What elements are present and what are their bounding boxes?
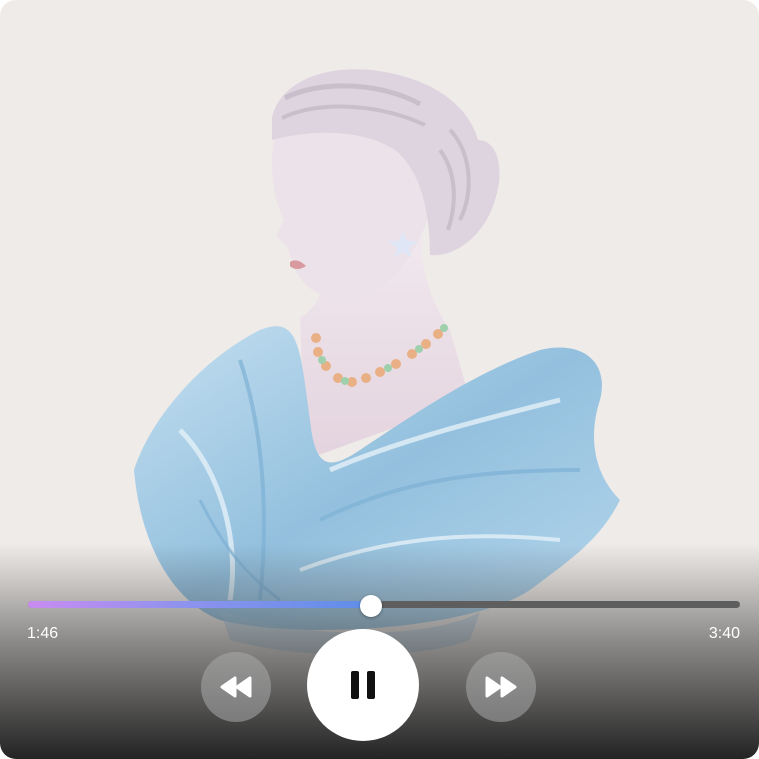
pause-icon	[351, 671, 375, 699]
total-time: 3:40	[708, 625, 740, 642]
progress-fill	[28, 601, 372, 608]
fast-forward-icon	[485, 676, 517, 698]
progress-track[interactable]	[28, 601, 740, 608]
music-player: 1:46 3:40	[0, 0, 759, 759]
rewind-icon	[220, 676, 252, 698]
elapsed-time: 1:46	[27, 625, 59, 642]
fast-forward-button[interactable]	[466, 652, 536, 722]
progress-thumb[interactable]	[360, 595, 383, 617]
pause-button[interactable]	[307, 629, 419, 741]
rewind-button[interactable]	[201, 652, 271, 722]
